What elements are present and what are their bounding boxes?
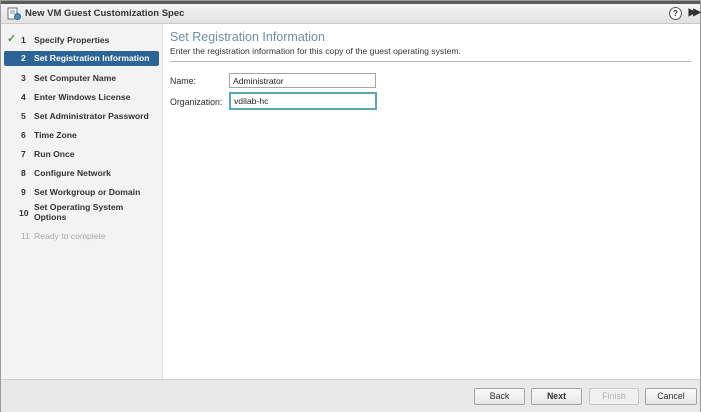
organization-label: Organization: xyxy=(170,97,223,107)
step-number: 11 xyxy=(21,231,30,241)
step-label: Configure Network xyxy=(34,168,111,178)
name-label: Name: xyxy=(170,76,196,86)
step-number: 8 xyxy=(21,168,26,178)
step-set-registration-information[interactable]: 2 Set Registration Information xyxy=(4,51,159,66)
step-label: Set Workgroup or Domain xyxy=(34,187,141,197)
step-label: Run Once xyxy=(34,149,75,159)
page-subtitle: Enter the registration information for t… xyxy=(170,46,461,56)
finish-button: Finish xyxy=(589,388,639,405)
wizard-steps-sidebar: ✓ 1 Specify Properties 2 Set Registratio… xyxy=(1,24,163,379)
checkmark-icon: ✓ xyxy=(7,33,17,45)
step-set-computer-name[interactable]: 3 Set Computer Name xyxy=(4,71,159,85)
step-number: 1 xyxy=(21,35,26,45)
cancel-button[interactable]: Cancel xyxy=(645,388,697,405)
step-number: 3 xyxy=(21,73,26,83)
step-set-operating-system-options[interactable]: 10 Set Operating System Options xyxy=(4,202,159,224)
help-icon[interactable]: ? xyxy=(669,7,682,20)
main-panel: Set Registration Information Enter the r… xyxy=(163,24,700,379)
step-set-administrator-password[interactable]: 5 Set Administrator Password xyxy=(4,109,159,123)
step-number: 10 xyxy=(19,208,29,218)
step-label: Time Zone xyxy=(34,130,77,140)
title-bar: New VM Guest Customization Spec ? ▶▶ xyxy=(1,4,701,24)
divider xyxy=(170,61,691,62)
step-enter-windows-license[interactable]: 4 Enter Windows License xyxy=(4,90,159,104)
step-ready-to-complete: 11 Ready to complete xyxy=(4,229,159,243)
next-button[interactable]: Next xyxy=(531,388,582,405)
step-label: Enter Windows License xyxy=(34,92,131,102)
page-title: Set Registration Information xyxy=(170,30,325,44)
expand-icon[interactable]: ▶▶ xyxy=(689,7,701,18)
wizard-window: New VM Guest Customization Spec ? ▶▶ ✓ 1… xyxy=(0,0,701,412)
step-run-once[interactable]: 7 Run Once xyxy=(4,147,159,161)
name-field[interactable] xyxy=(229,73,376,88)
step-specify-properties[interactable]: ✓ 1 Specify Properties xyxy=(4,33,159,47)
step-configure-network[interactable]: 8 Configure Network xyxy=(4,166,159,180)
step-label: Ready to complete xyxy=(34,231,106,241)
step-time-zone[interactable]: 6 Time Zone xyxy=(4,128,159,142)
step-number: 4 xyxy=(21,92,26,102)
step-label: Set Operating System Options xyxy=(34,202,124,222)
step-set-workgroup-or-domain[interactable]: 9 Set Workgroup or Domain xyxy=(4,185,159,199)
step-label: Specify Properties xyxy=(34,35,110,45)
step-label: Set Administrator Password xyxy=(34,111,149,121)
step-label: Set Registration Information xyxy=(34,53,150,63)
vm-spec-icon xyxy=(7,7,21,20)
step-number: 5 xyxy=(21,111,26,121)
step-number: 6 xyxy=(21,130,26,140)
step-number: 7 xyxy=(21,149,26,159)
back-button[interactable]: Back xyxy=(474,388,525,405)
organization-field[interactable] xyxy=(229,92,377,110)
step-number: 2 xyxy=(21,53,26,63)
wizard-footer: Back Next Finish Cancel xyxy=(1,379,700,412)
step-label: Set Computer Name xyxy=(34,73,117,83)
window-title: New VM Guest Customization Spec xyxy=(25,8,185,19)
step-number: 9 xyxy=(21,187,26,197)
